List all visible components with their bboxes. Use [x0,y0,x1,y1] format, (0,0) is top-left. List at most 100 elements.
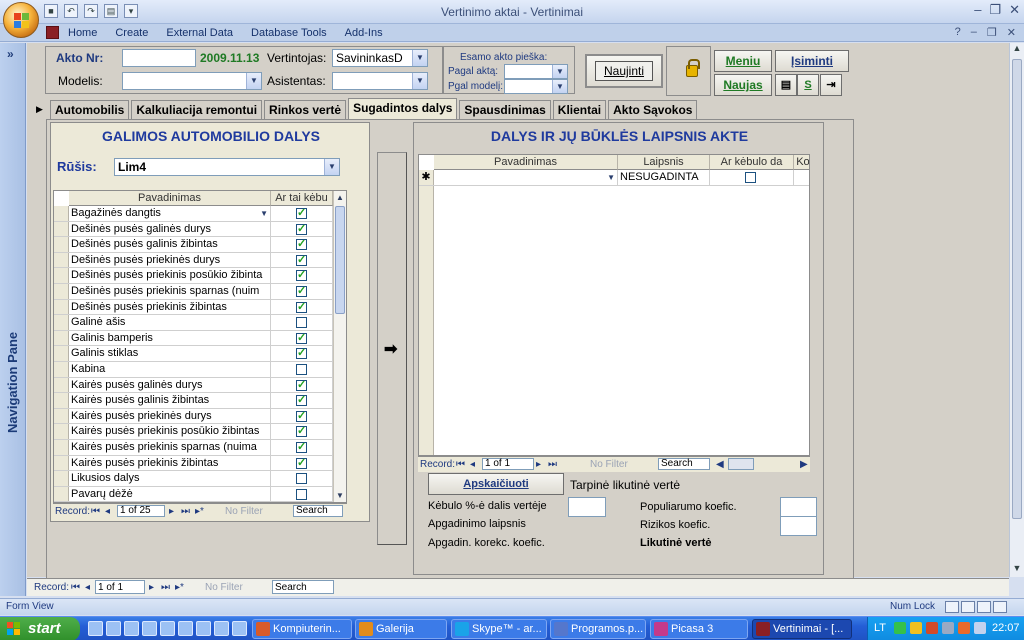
ribbon-tab-create[interactable]: Create [115,27,148,39]
checkbox[interactable] [296,206,307,220]
part-name-cell[interactable]: Kairės pusės priekinis žibintas [69,455,271,471]
grid-vertical-scrollbar[interactable]: ▲ ▼ [333,191,346,502]
is-body-part-cell[interactable] [271,268,333,283]
quick-launch-icon[interactable] [178,621,193,636]
is-body-part-cell[interactable] [271,455,333,471]
navigation-pane[interactable]: » Navigation Pane [0,43,26,596]
checkbox[interactable] [296,331,307,345]
quick-launch-icon[interactable] [142,621,157,636]
menu-button[interactable]: Meniu [714,50,772,72]
is-body-part-cell[interactable] [271,377,333,393]
akto-nr-field[interactable] [122,49,196,67]
scroll-thumb[interactable] [335,206,345,314]
is-body-part-cell[interactable] [271,440,333,455]
ribbon-tab-external-data[interactable]: External Data [166,27,233,39]
is-body-part-cell[interactable] [710,170,794,185]
row-selector[interactable] [54,408,69,424]
search-field[interactable]: Search [293,505,343,517]
table-row[interactable]: Galinis stiklas [54,346,335,362]
by-act-combo[interactable]: ▼ [504,64,568,79]
part-name-cell[interactable]: Galinis bamperis [69,330,271,346]
table-row[interactable]: Dešinės pusės priekinis sparnas (nuim [54,284,335,300]
table-row[interactable]: Pavarų dėžė [54,486,335,502]
row-selector[interactable] [54,393,69,408]
row-selector[interactable] [54,455,69,471]
chevron-down-icon[interactable]: ▼ [552,65,567,78]
checkbox[interactable] [296,488,307,500]
refresh-button[interactable]: Naujinti [585,54,663,88]
checkbox[interactable] [296,317,307,329]
row-selector[interactable] [54,315,69,330]
maximize-icon[interactable]: ❐ [989,2,1001,18]
ribbon-tab-database-tools[interactable]: Database Tools [251,27,327,39]
damage-level-cell[interactable]: NESUGADINTA [618,170,710,185]
is-body-part-cell[interactable] [271,252,333,268]
tab-1[interactable]: Kalkuliacija remontui [131,100,263,120]
horizontal-scroll-thumb[interactable] [728,458,754,470]
part-name-cell[interactable]: Dešinės pusės priekinis posūkio žibinta [69,268,271,283]
exit-icon[interactable]: ⇥ [820,74,842,96]
scroll-down-icon[interactable]: ▼ [336,491,344,500]
column-header-3[interactable]: Koe [794,155,809,170]
start-button[interactable]: start [0,617,80,640]
table-row[interactable]: Dešinės pusės priekinis posūkio žibinta [54,268,335,284]
form-view-icon[interactable] [945,601,959,613]
chevron-down-icon[interactable]: ▼ [324,159,339,175]
new-record-icon[interactable]: ▸* [195,506,204,517]
is-body-part-cell[interactable] [271,424,333,439]
tray-icon[interactable] [958,622,970,634]
row-selector[interactable] [54,362,69,377]
part-name-cell[interactable]: ▼ [434,170,618,185]
taskbar-button[interactable]: Galerija [355,619,447,639]
row-selector[interactable] [54,206,69,221]
taskbar-button[interactable]: Programos.p... [550,619,646,639]
chevron-down-icon[interactable]: ▼ [412,50,427,66]
tray-icon[interactable] [894,622,906,634]
form-vertical-scrollbar[interactable]: ▲ ▼ [1009,43,1024,577]
table-row[interactable]: Kabina [54,362,335,378]
tab-5[interactable]: Klientai [552,100,607,120]
checkbox[interactable] [296,393,307,407]
tab-4[interactable]: Spausdinimas [459,100,551,120]
new-record-icon[interactable]: ▸* [175,582,184,593]
taskbar-button[interactable]: Picasa 3 [650,619,748,639]
taskbar-button[interactable]: Vertinimai - [... [752,619,852,639]
next-record-icon[interactable]: ▸ [149,582,154,593]
last-record-icon[interactable]: ⏭ [161,582,170,593]
help-icon[interactable]: ? [955,26,961,39]
checkbox[interactable] [296,456,307,470]
tray-icon[interactable] [942,622,954,634]
row-selector[interactable]: ✱ [419,170,434,185]
part-name-cell[interactable]: Kairės pusės galinės durys [69,377,271,393]
row-selector[interactable] [54,377,69,393]
is-body-part-cell[interactable] [271,408,333,424]
is-body-part-cell[interactable] [271,393,333,408]
first-record-icon[interactable]: ⏮ [456,459,465,470]
row-selector[interactable] [54,330,69,346]
part-name-cell[interactable]: Kairės pusės priekinis sparnas (nuima [69,440,271,455]
ribbon-close-icon[interactable]: ✕ [1007,26,1016,39]
last-record-icon[interactable]: ⏭ [181,506,190,517]
part-name-cell[interactable]: Bagažinės dangtis ▼ [69,206,271,221]
first-record-icon[interactable]: ⏮ [71,582,80,593]
checkbox[interactable] [296,364,307,375]
row-selector[interactable] [54,299,69,315]
part-name-cell[interactable]: Galinė ašis [69,315,271,330]
language-indicator[interactable]: LT [874,622,886,634]
chevron-down-icon[interactable]: ▼ [412,73,427,89]
record-position-field[interactable]: 1 of 1 [482,458,534,470]
lock-icon[interactable] [686,59,700,77]
datasheet-view-icon[interactable] [961,601,975,613]
column-header-1[interactable]: Laipsnis [618,155,710,170]
scroll-thumb[interactable] [1012,59,1022,519]
quick-launch-icon[interactable] [196,621,211,636]
table-row[interactable]: Galinis bamperis [54,330,335,347]
part-name-cell[interactable]: Dešinės pusės galinės durys [69,221,271,237]
column-header-0[interactable]: Pavadinimas [434,155,618,170]
ribbon-tab-add-ins[interactable]: Add-Ins [345,27,383,39]
is-body-part-cell[interactable] [271,284,333,299]
report-icon[interactable]: ▤ [775,74,797,96]
ribbon-restore-icon[interactable]: ❐ [987,26,997,39]
checkbox[interactable] [296,268,307,282]
table-row[interactable]: Galinė ašis [54,315,335,331]
